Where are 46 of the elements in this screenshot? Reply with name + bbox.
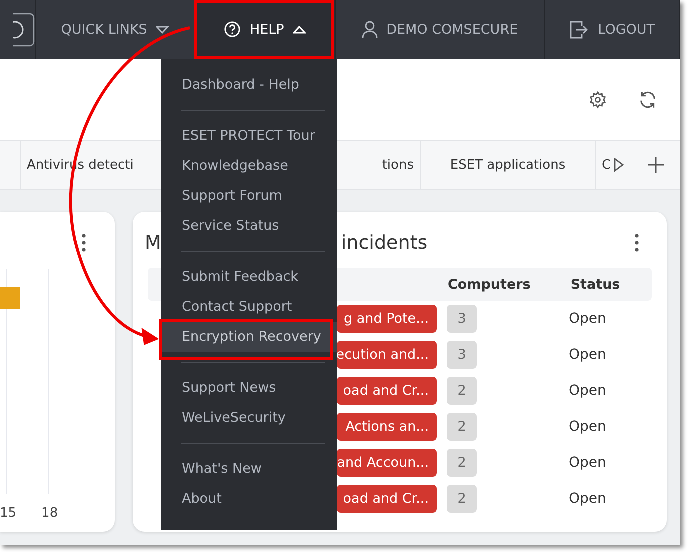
menu-item[interactable]: Contact Support [161, 292, 337, 322]
dashboard-tab[interactable]: ESET applications [420, 141, 595, 189]
menu-item[interactable]: Dashboard - Help [161, 70, 337, 100]
status-cell: Open [569, 491, 606, 507]
help-icon [224, 21, 241, 38]
caret-down-icon [156, 26, 170, 34]
menu-item[interactable]: Submit Feedback [161, 262, 337, 292]
status-cell: Open [569, 383, 606, 399]
status-cell: Open [569, 419, 606, 435]
computer-count: 3 [447, 341, 477, 369]
menu-item[interactable]: Support News [161, 373, 337, 403]
computer-count: 2 [447, 413, 477, 441]
menu-item[interactable]: About [161, 484, 337, 514]
chart-bar [0, 287, 20, 309]
caret-up-icon [293, 26, 306, 34]
add-icon[interactable] [648, 157, 664, 173]
incident-name[interactable]: Actions an... [337, 413, 437, 441]
axis-label: 18 [42, 506, 58, 521]
menu-item[interactable]: What's New [161, 454, 337, 484]
incident-name[interactable]: and Accoun... [337, 449, 437, 477]
logout-icon [569, 20, 590, 40]
computer-count: 2 [447, 449, 477, 477]
circle-logo-icon[interactable] [12, 12, 35, 46]
incident-name[interactable]: g and Pote... [337, 305, 437, 333]
computer-count: 2 [447, 485, 477, 513]
incident-name[interactable]: oad and Cr... [337, 377, 437, 405]
card-title: M [145, 232, 162, 254]
status-cell: Open [569, 347, 606, 363]
column-header: Computers [448, 276, 531, 292]
incident-name[interactable]: oad and Cr... [337, 485, 437, 513]
menu-item[interactable]: WeLiveSecurity [161, 403, 337, 433]
status-cell: Open [569, 311, 606, 327]
scroll-right-icon[interactable] [614, 158, 624, 172]
incident-name[interactable]: ecution and... [337, 341, 437, 369]
computer-count: 3 [447, 305, 477, 333]
axis-label: 15 [0, 506, 17, 521]
column-header: Status [570, 276, 620, 292]
status-cell: Open [569, 455, 606, 471]
dashboard-tab[interactable]: C [595, 141, 660, 189]
card-title: incidents [341, 232, 429, 254]
menu-item[interactable]: Service Status [161, 211, 337, 241]
menu-item[interactable]: Encryption Recovery [161, 322, 337, 352]
more-icon[interactable] [82, 234, 86, 252]
more-icon[interactable] [635, 234, 639, 252]
computer-count: 2 [447, 377, 477, 405]
user-icon [362, 20, 378, 38]
